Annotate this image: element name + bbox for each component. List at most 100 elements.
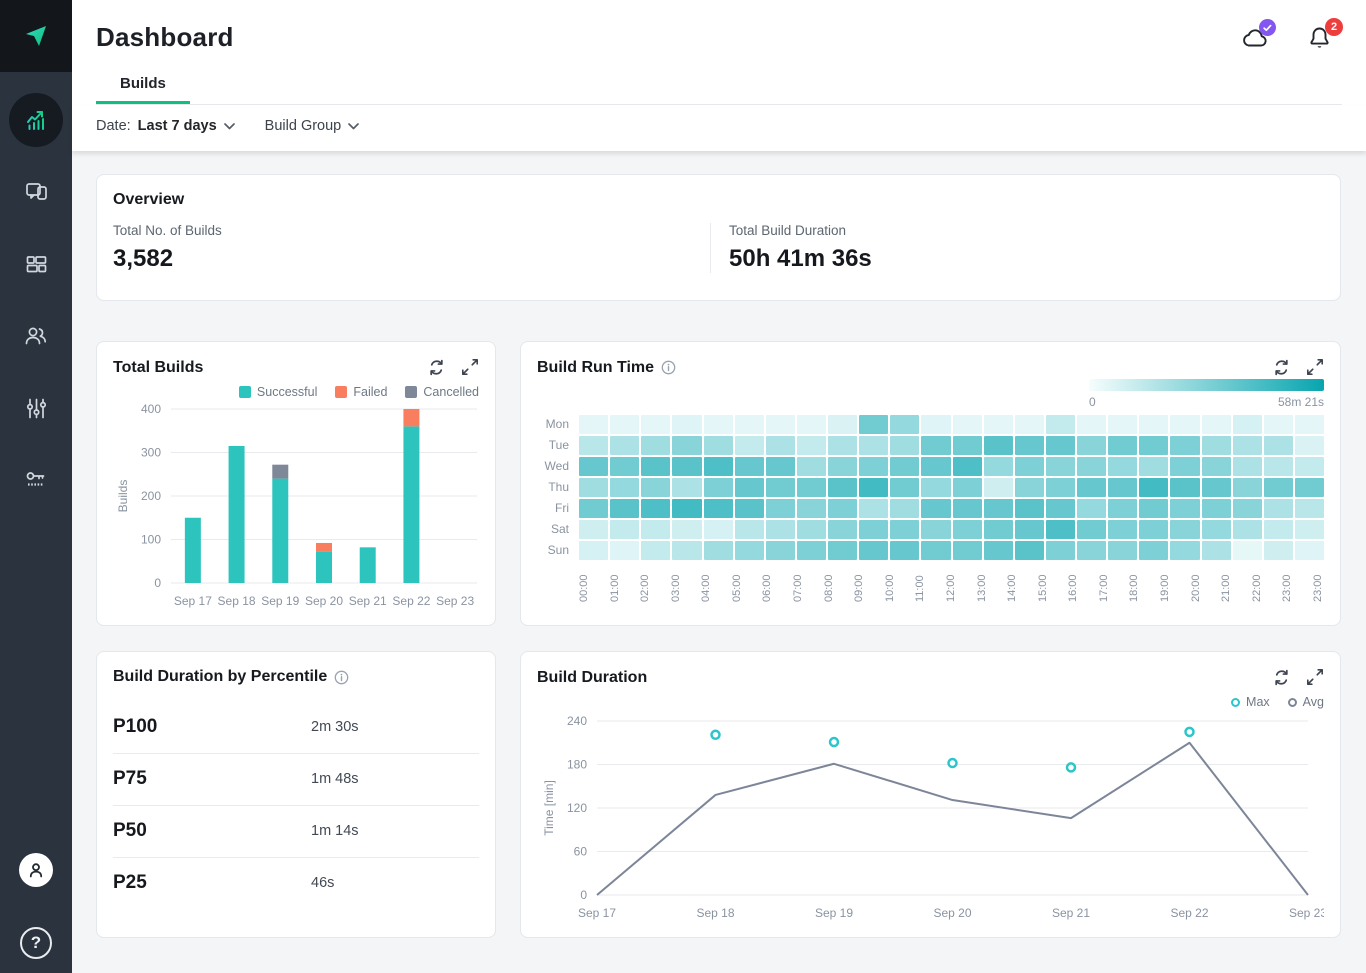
heatmap-cell[interactable] (766, 478, 795, 497)
heatmap-cell[interactable] (579, 541, 608, 560)
heatmap-cell[interactable] (859, 436, 888, 455)
heatmap-cell[interactable] (828, 457, 857, 476)
heatmap-cell[interactable] (1108, 499, 1137, 518)
heatmap-cell[interactable] (828, 415, 857, 434)
heatmap-cell[interactable] (921, 499, 950, 518)
heatmap-cell[interactable] (890, 436, 919, 455)
heatmap-cell[interactable] (797, 520, 826, 539)
heatmap-cell[interactable] (766, 436, 795, 455)
help-button[interactable]: ? (20, 927, 52, 959)
heatmap-cell[interactable] (1139, 457, 1168, 476)
sidebar-item-insights[interactable] (0, 84, 72, 156)
bar-segment-cancelled[interactable] (272, 465, 288, 479)
heatmap-cell[interactable] (1295, 457, 1324, 476)
heatmap-cell[interactable] (1015, 499, 1044, 518)
heatmap-cell[interactable] (704, 436, 733, 455)
bar-segment-successful[interactable] (316, 551, 332, 583)
heatmap-cell[interactable] (797, 478, 826, 497)
heatmap-cell[interactable] (1202, 520, 1231, 539)
heatmap-cell[interactable] (1264, 415, 1293, 434)
heatmap-cell[interactable] (797, 436, 826, 455)
sidebar-item-team[interactable] (0, 300, 72, 372)
heatmap-cell[interactable] (672, 436, 701, 455)
heatmap-cell[interactable] (1264, 436, 1293, 455)
heatmap-cell[interactable] (828, 436, 857, 455)
notifications-button[interactable]: 2 (1306, 24, 1336, 54)
heatmap-cell[interactable] (859, 520, 888, 539)
build-group-dropdown[interactable]: Build Group (265, 118, 360, 134)
heatmap-cell[interactable] (859, 415, 888, 434)
heatmap-cell[interactable] (1202, 436, 1231, 455)
heatmap-cell[interactable] (641, 499, 670, 518)
heatmap-cell[interactable] (610, 415, 639, 434)
heatmap-cell[interactable] (1015, 436, 1044, 455)
heatmap-cell[interactable] (1015, 520, 1044, 539)
bar-segment-successful[interactable] (272, 479, 288, 583)
heatmap-cell[interactable] (1108, 541, 1137, 560)
heatmap-cell[interactable] (1264, 499, 1293, 518)
heatmap-cell[interactable] (984, 415, 1013, 434)
heatmap-cell[interactable] (1139, 436, 1168, 455)
heatmap-cell[interactable] (1202, 457, 1231, 476)
heatmap-cell[interactable] (953, 457, 982, 476)
heatmap-cell[interactable] (1108, 520, 1137, 539)
legend-item-cancelled[interactable]: Cancelled (405, 385, 479, 399)
heatmap-cell[interactable] (766, 457, 795, 476)
bar-segment-successful[interactable] (185, 518, 201, 583)
heatmap-cell[interactable] (1139, 499, 1168, 518)
heatmap-cell[interactable] (1046, 499, 1075, 518)
heatmap-cell[interactable] (579, 499, 608, 518)
heatmap-cell[interactable] (1077, 541, 1106, 560)
heatmap-cell[interactable] (1170, 436, 1199, 455)
cloud-status-button[interactable] (1240, 24, 1270, 54)
heatmap-cell[interactable] (672, 415, 701, 434)
heatmap-cell[interactable] (890, 499, 919, 518)
date-filter-dropdown[interactable]: Date: Last 7 days (96, 118, 235, 134)
heatmap-cell[interactable] (1264, 520, 1293, 539)
heatmap-cell[interactable] (1139, 415, 1168, 434)
heatmap-cell[interactable] (984, 478, 1013, 497)
heatmap-cell[interactable] (672, 457, 701, 476)
heatmap-cell[interactable] (735, 415, 764, 434)
max-point[interactable] (1186, 728, 1194, 736)
heatmap-cell[interactable] (1233, 541, 1262, 560)
heatmap-cell[interactable] (890, 415, 919, 434)
heatmap-cell[interactable] (641, 415, 670, 434)
heatmap-cell[interactable] (1108, 415, 1137, 434)
heatmap-cell[interactable] (1233, 499, 1262, 518)
heatmap-cell[interactable] (1015, 478, 1044, 497)
heatmap-cell[interactable] (672, 520, 701, 539)
refresh-icon[interactable] (1272, 358, 1291, 377)
legend-item-max[interactable]: Max (1231, 695, 1270, 709)
heatmap-cell[interactable] (735, 478, 764, 497)
bar-segment-successful[interactable] (403, 426, 419, 583)
heatmap-cell[interactable] (1295, 415, 1324, 434)
heatmap-cell[interactable] (641, 436, 670, 455)
heatmap-cell[interactable] (1295, 436, 1324, 455)
heatmap-cell[interactable] (641, 541, 670, 560)
heatmap-cell[interactable] (579, 436, 608, 455)
heatmap-cell[interactable] (610, 541, 639, 560)
heatmap-cell[interactable] (921, 478, 950, 497)
heatmap-cell[interactable] (766, 499, 795, 518)
heatmap-cell[interactable] (1077, 436, 1106, 455)
heatmap-cell[interactable] (1015, 541, 1044, 560)
heatmap-cell[interactable] (1264, 478, 1293, 497)
heatmap-cell[interactable] (579, 457, 608, 476)
heatmap-cell[interactable] (984, 520, 1013, 539)
expand-icon[interactable] (1306, 358, 1324, 377)
heatmap-cell[interactable] (859, 457, 888, 476)
refresh-icon[interactable] (427, 358, 446, 377)
heatmap-cell[interactable] (1170, 457, 1199, 476)
heatmap-cell[interactable] (797, 415, 826, 434)
heatmap-cell[interactable] (1077, 478, 1106, 497)
heatmap-cell[interactable] (1077, 415, 1106, 434)
heatmap-cell[interactable] (1046, 457, 1075, 476)
heatmap-cell[interactable] (735, 541, 764, 560)
heatmap-cell[interactable] (1295, 520, 1324, 539)
heatmap-cell[interactable] (984, 457, 1013, 476)
heatmap-cell[interactable] (1170, 415, 1199, 434)
heatmap-cell[interactable] (704, 541, 733, 560)
heatmap-cell[interactable] (1139, 541, 1168, 560)
heatmap-cell[interactable] (921, 457, 950, 476)
